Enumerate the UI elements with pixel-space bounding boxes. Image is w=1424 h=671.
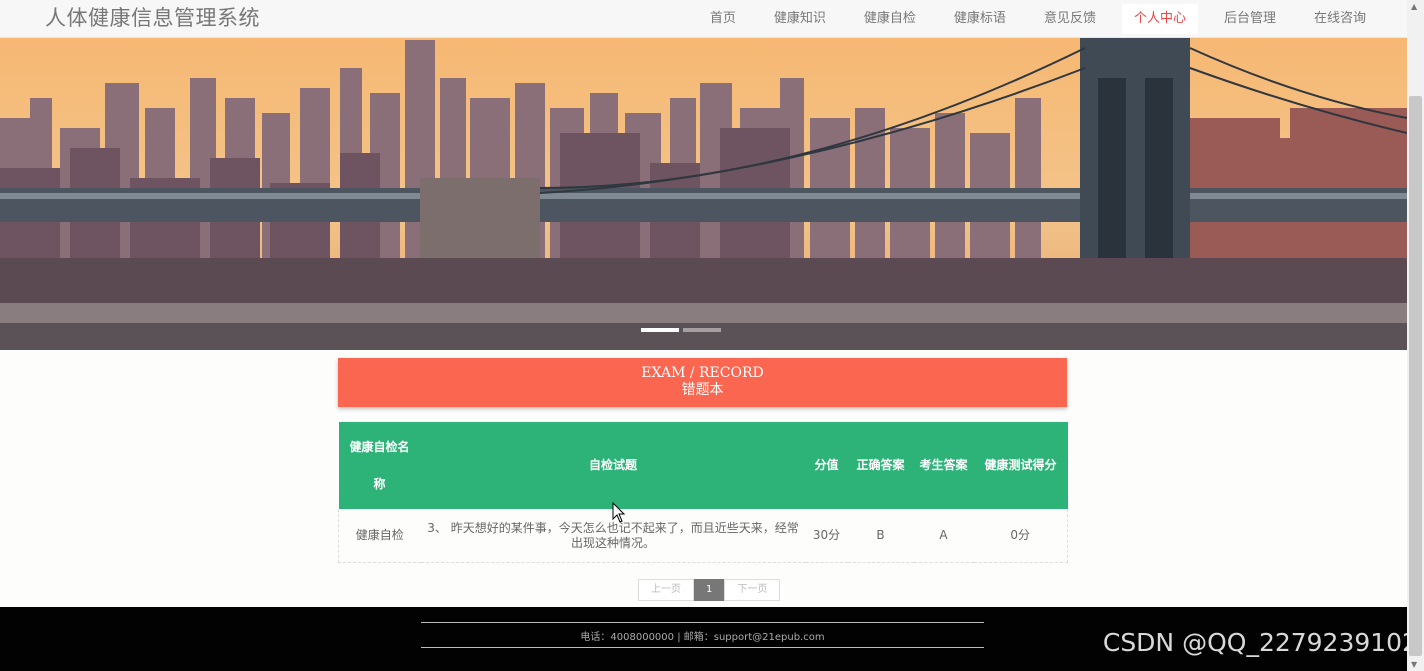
table-row: 健康自检 3、 昨天想好的某件事，今天怎么也记不起来了，而且近些天来，经常出现这… [338, 509, 1068, 563]
scroll-up-arrow-icon[interactable]: ▲ [1411, 2, 1417, 11]
nav-item-home[interactable]: 首页 [698, 4, 748, 34]
cell-correct-answer: B [847, 509, 914, 563]
section-title-banner: EXAM / RECORD 错题本 [338, 358, 1067, 407]
carousel-dot-1[interactable] [641, 328, 679, 332]
col-header-score-value: 分值 [805, 422, 848, 509]
site-title[interactable]: 人体健康信息管理系统 [45, 4, 260, 32]
nav-item-personal-center[interactable]: 个人中心 [1121, 4, 1198, 34]
cell-test-score: 0分 [973, 509, 1068, 563]
table-header-row: 健康自检名称 自检试题 分值 正确答案 考生答案 健康测试得分 [338, 422, 1068, 509]
footer-divider-bottom [421, 647, 984, 648]
prev-page-button[interactable]: 上一页 [638, 579, 694, 601]
col-header-user-answer: 考生答案 [913, 422, 974, 509]
col-header-check-name: 健康自检名称 [338, 422, 421, 509]
page-1-button[interactable]: 1 [694, 579, 725, 601]
next-page-button[interactable]: 下一页 [724, 579, 781, 601]
cell-check-name: 健康自检 [338, 509, 421, 563]
nav-item-self-check[interactable]: 健康自检 [852, 4, 928, 34]
section-title-en: EXAM / RECORD [641, 365, 764, 381]
nav-item-admin[interactable]: 后台管理 [1212, 4, 1288, 34]
main-nav: 首页 健康知识 健康自检 健康标语 意见反馈 个人中心 后台管理 在线咨询 [691, 0, 1385, 38]
cell-user-answer: A [913, 509, 974, 563]
scroll-thumb[interactable] [1409, 96, 1422, 656]
pagination: 上一页 1 下一页 [638, 579, 781, 601]
page-scrollbar[interactable]: ▲ ▼ [1407, 0, 1424, 671]
watermark-text: CSDN @QQ_2279239102 [1102, 628, 1418, 657]
nav-item-health-slogans[interactable]: 健康标语 [942, 4, 1018, 34]
nav-item-feedback[interactable]: 意见反馈 [1032, 4, 1108, 34]
city-bridge-image [0, 38, 1407, 350]
col-header-question: 自检试题 [420, 422, 806, 509]
cell-score-value: 30分 [805, 509, 848, 563]
top-nav-bar: 人体健康信息管理系统 首页 健康知识 健康自检 健康标语 意见反馈 个人中心 后… [0, 0, 1407, 38]
carousel-dot-2[interactable] [683, 328, 721, 332]
footer-contact: 电话：4008000000 | 邮箱：support@21epub.com [580, 632, 825, 643]
col-header-test-score: 健康测试得分 [973, 422, 1068, 509]
carousel-dots [641, 328, 721, 332]
col-header-correct-answer: 正确答案 [847, 422, 914, 509]
hero-banner [0, 38, 1407, 350]
nav-item-online-consult[interactable]: 在线咨询 [1302, 4, 1378, 34]
wrong-answers-table: 健康自检名称 自检试题 分值 正确答案 考生答案 健康测试得分 健康自检 3、 … [338, 422, 1068, 563]
section-title-cn: 错题本 [681, 382, 724, 398]
nav-item-health-knowledge[interactable]: 健康知识 [762, 4, 838, 34]
mouse-cursor-icon [612, 502, 626, 523]
footer-divider-top [421, 622, 984, 623]
scroll-down-arrow-icon[interactable]: ▼ [1411, 660, 1417, 669]
